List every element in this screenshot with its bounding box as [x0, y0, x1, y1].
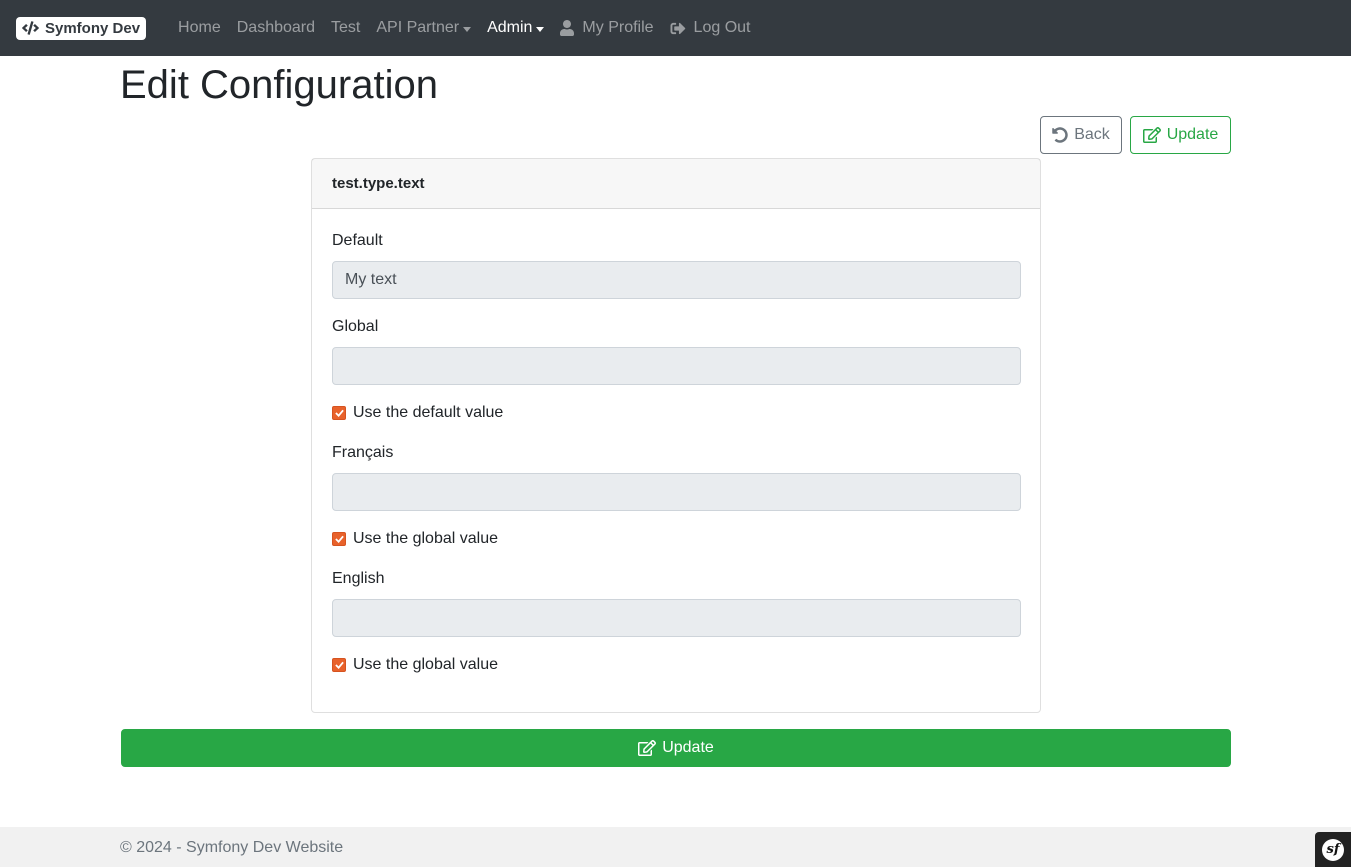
undo-icon	[1052, 127, 1068, 143]
update-button[interactable]: Update	[121, 729, 1231, 767]
use-global-francais-checkbox[interactable]	[332, 532, 346, 546]
page-title: Edit Configuration	[120, 63, 438, 107]
symfony-toolbar-toggle[interactable]: sf	[1315, 832, 1351, 867]
use-global-english-checkbox[interactable]	[332, 658, 346, 672]
nav-dashboard[interactable]: Dashboard	[229, 0, 323, 56]
update-button-top[interactable]: Update	[1130, 116, 1231, 154]
sign-out-icon	[670, 22, 685, 34]
user-icon	[560, 20, 575, 36]
nav-home-label: Home	[178, 19, 221, 36]
config-card: test.type.text Default Global Use the de…	[311, 158, 1041, 713]
use-global-francais-row[interactable]: Use the global value	[332, 530, 498, 548]
nav-log-out[interactable]: Log Out	[662, 0, 759, 56]
nav-test-label: Test	[331, 19, 361, 36]
code-icon	[22, 21, 39, 35]
brand-label: Symfony Dev	[45, 19, 141, 37]
check-icon	[334, 409, 344, 417]
edit-icon	[638, 740, 657, 756]
nav-api-partner-label: API Partner	[376, 19, 460, 36]
footer-text: © 2024 - Symfony Dev Website	[120, 839, 344, 856]
check-icon	[334, 661, 344, 669]
navbar: Symfony Dev Home Dashboard Test API Part…	[0, 0, 1351, 56]
back-button[interactable]: Back	[1040, 116, 1122, 154]
global-input[interactable]	[332, 347, 1021, 385]
back-button-label: Back	[1074, 126, 1110, 143]
nav-home[interactable]: Home	[170, 0, 229, 56]
edit-icon	[1142, 127, 1161, 143]
use-default-checkbox-label: Use the default value	[353, 404, 504, 421]
use-global-english-label: Use the global value	[353, 656, 498, 673]
english-label: English	[332, 570, 385, 587]
use-global-english-row[interactable]: Use the global value	[332, 656, 498, 674]
nav-my-profile[interactable]: My Profile	[552, 0, 661, 56]
use-default-checkbox[interactable]	[332, 406, 346, 420]
check-icon	[334, 535, 344, 543]
footer: © 2024 - Symfony Dev Website	[0, 827, 1351, 867]
use-default-checkbox-row[interactable]: Use the default value	[332, 404, 503, 422]
symfony-logo-icon: sf	[1322, 838, 1344, 861]
default-input[interactable]	[332, 261, 1021, 299]
update-button-top-label: Update	[1166, 126, 1219, 143]
brand-link[interactable]: Symfony Dev	[16, 16, 147, 40]
card-header: test.type.text	[312, 159, 1040, 209]
nav-log-out-label: Log Out	[693, 19, 751, 36]
nav-my-profile-label: My Profile	[582, 19, 654, 36]
use-global-francais-label: Use the global value	[353, 530, 498, 547]
chevron-down-icon	[536, 26, 545, 32]
default-label: Default	[332, 232, 383, 249]
francais-input[interactable]	[332, 473, 1021, 511]
english-input[interactable]	[332, 599, 1021, 637]
nav-dashboard-label: Dashboard	[236, 19, 316, 36]
update-button-label: Update	[662, 739, 714, 756]
nav-admin-dropdown[interactable]: Admin	[479, 0, 552, 56]
global-label: Global	[332, 318, 379, 335]
francais-label: Français	[332, 444, 394, 461]
nav-test[interactable]: Test	[323, 0, 368, 56]
nav-admin-label: Admin	[487, 19, 533, 36]
chevron-down-icon	[463, 26, 472, 32]
nav-api-partner-dropdown[interactable]: API Partner	[368, 0, 479, 56]
